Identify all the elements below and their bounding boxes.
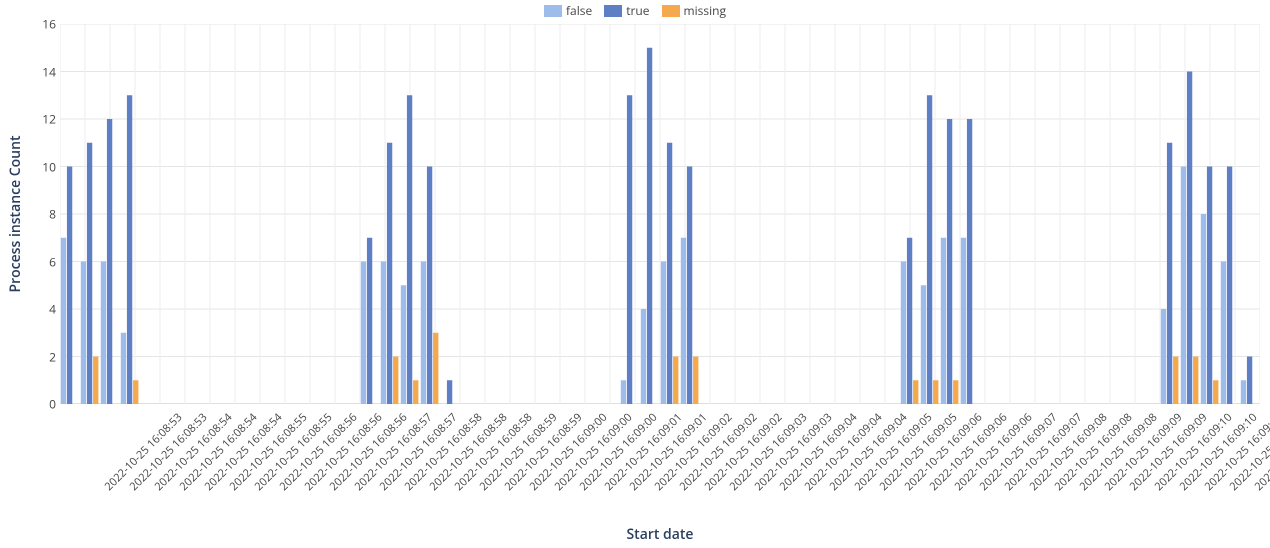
plot-area[interactable] [60,24,1260,404]
bar-true[interactable] [967,119,972,404]
bar-missing[interactable] [933,380,938,404]
bar-missing[interactable] [433,333,438,404]
bar-true[interactable] [1207,167,1212,405]
y-axis-title: Process instance Count [6,24,25,404]
bar-false[interactable] [1181,167,1186,405]
legend-swatch [544,5,562,17]
y-tick-label: 16 [30,16,56,33]
legend-item-false[interactable]: false [544,2,592,19]
bar-false[interactable] [101,262,106,405]
y-tick-label: 6 [30,253,56,270]
legend-item-true[interactable]: true [604,2,649,19]
bar-missing[interactable] [133,380,138,404]
bar-false[interactable] [961,238,966,404]
bar-missing[interactable] [1193,357,1198,405]
bar-true[interactable] [127,95,132,404]
bar-true[interactable] [907,238,912,404]
bar-true[interactable] [1247,357,1252,405]
bar-false[interactable] [1241,380,1246,404]
bar-false[interactable] [361,262,366,405]
bar-false[interactable] [641,309,646,404]
bar-missing[interactable] [1173,357,1178,405]
bar-missing[interactable] [673,357,678,405]
bar-missing[interactable] [393,357,398,405]
bar-false[interactable] [401,285,406,404]
bar-true[interactable] [627,95,632,404]
bar-false[interactable] [941,238,946,404]
bar-false[interactable] [661,262,666,405]
bar-true[interactable] [67,167,72,405]
chart-root: falsetruemissing Process instance Count … [0,0,1270,548]
bar-false[interactable] [921,285,926,404]
bar-false[interactable] [901,262,906,405]
bar-true[interactable] [367,238,372,404]
y-tick-label: 4 [30,301,56,318]
bar-missing[interactable] [93,357,98,405]
bar-false[interactable] [681,238,686,404]
bar-true[interactable] [1167,143,1172,404]
legend-label: false [566,2,592,19]
bar-true[interactable] [447,380,452,404]
bar-false[interactable] [1201,214,1206,404]
bar-false[interactable] [1161,309,1166,404]
bar-missing[interactable] [1213,380,1218,404]
bar-missing[interactable] [953,380,958,404]
x-axis-title: Start date [60,525,1260,544]
bar-missing[interactable] [413,380,418,404]
bar-false[interactable] [81,262,86,405]
bar-missing[interactable] [693,357,698,405]
bar-false[interactable] [1221,262,1226,405]
bar-false[interactable] [61,238,66,404]
bar-true[interactable] [1227,167,1232,405]
bar-true[interactable] [927,95,932,404]
y-tick-label: 12 [30,111,56,128]
bar-false[interactable] [121,333,126,404]
legend-swatch [604,5,622,17]
bar-false[interactable] [381,262,386,405]
bar-true[interactable] [947,119,952,404]
y-tick-label: 8 [30,206,56,223]
bar-false[interactable] [621,380,626,404]
bar-true[interactable] [667,143,672,404]
y-tick-label: 0 [30,396,56,413]
bar-true[interactable] [107,119,112,404]
bar-true[interactable] [427,167,432,405]
y-tick-label: 10 [30,158,56,175]
y-tick-label: 14 [30,63,56,80]
plot-svg [60,24,1260,404]
legend-label: missing [684,2,726,19]
legend: false true missing [0,2,1270,21]
bar-true[interactable] [687,167,692,405]
legend-label: true [626,2,649,19]
bar-true[interactable] [407,95,412,404]
bar-true[interactable] [1187,72,1192,405]
legend-item-missing[interactable]: missing [662,2,726,19]
bar-true[interactable] [387,143,392,404]
bar-true[interactable] [87,143,92,404]
legend-swatch [662,5,680,17]
bar-true[interactable] [647,48,652,404]
y-tick-label: 2 [30,348,56,365]
bar-missing[interactable] [913,380,918,404]
bar-false[interactable] [421,262,426,405]
